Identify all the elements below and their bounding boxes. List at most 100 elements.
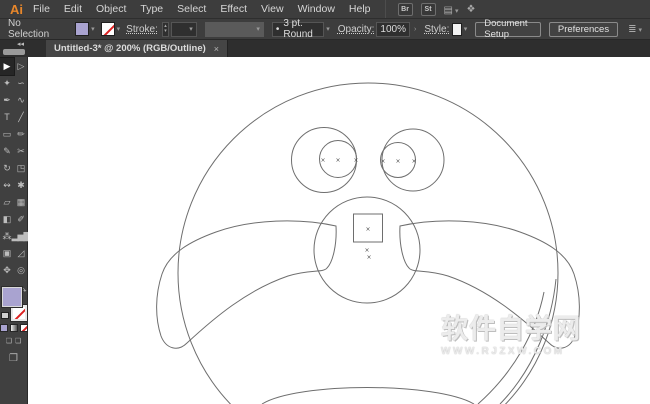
illustrator-window: Ai FileEditObjectTypeSelectEffectViewWin… bbox=[0, 0, 650, 404]
draw-normal-icon[interactable]: ❏ bbox=[6, 337, 12, 345]
selection-tool[interactable]: ▶ bbox=[0, 58, 14, 75]
menu-help[interactable]: Help bbox=[349, 3, 371, 15]
bridge-button[interactable]: Br bbox=[398, 3, 413, 16]
gradient-button[interactable] bbox=[10, 324, 18, 332]
graph-tool[interactable]: ▂▅▇ bbox=[14, 228, 28, 245]
chevron-down-icon: ▾ bbox=[638, 27, 642, 34]
line-segment-tool[interactable]: ╱ bbox=[14, 109, 28, 126]
perspective-grid-tool-icon: ▱ bbox=[4, 198, 10, 207]
pencil-tool[interactable]: ✎ bbox=[0, 143, 14, 160]
menu-effect[interactable]: Effect bbox=[220, 3, 247, 15]
menu-window[interactable]: Window bbox=[298, 3, 335, 15]
direct-selection-tool[interactable]: ▷ bbox=[14, 58, 28, 75]
color-button[interactable] bbox=[0, 324, 8, 332]
eyedropper-tool[interactable]: ✐ bbox=[14, 211, 28, 228]
bottom-arc-path[interactable] bbox=[262, 388, 474, 404]
right-wing-path[interactable] bbox=[400, 221, 580, 348]
menu-file[interactable]: File bbox=[33, 3, 50, 15]
slice-tool-icon: ◿ bbox=[18, 249, 24, 258]
workspace-switcher[interactable]: ≣▾ bbox=[628, 24, 642, 35]
pen-tool[interactable]: ✒ bbox=[0, 92, 14, 109]
stroke-color-swatch[interactable] bbox=[101, 22, 115, 36]
paintbrush-tool-icon: ✏ bbox=[17, 130, 24, 139]
scissors-tool[interactable]: ✂ bbox=[14, 143, 28, 160]
chevron-right-icon: › bbox=[414, 26, 416, 33]
rectangle-tool[interactable]: ▭ bbox=[0, 126, 14, 143]
arrange-documents-button[interactable]: ▤▾ bbox=[444, 0, 459, 18]
tab-spacer bbox=[28, 40, 46, 57]
fill-indicator-swatch[interactable] bbox=[2, 287, 22, 307]
opacity-input[interactable]: 100% bbox=[376, 22, 410, 37]
chevron-down-icon: ▾ bbox=[455, 8, 459, 15]
curvature-tool-icon: ∿ bbox=[17, 96, 24, 105]
graphic-style-swatch[interactable] bbox=[452, 23, 461, 36]
svg-text:×: × bbox=[353, 157, 358, 164]
stock-button[interactable]: St bbox=[421, 3, 436, 16]
stroke-weight-label[interactable]: Stroke: bbox=[126, 24, 158, 35]
eyedropper-tool-icon: ✐ bbox=[17, 215, 24, 224]
screen-mode-icon[interactable]: ❐ bbox=[9, 353, 18, 364]
touch-workspace-icon[interactable]: ❖ bbox=[467, 4, 476, 15]
shape-builder-tool[interactable]: ✱ bbox=[14, 177, 28, 194]
curvature-tool[interactable]: ∿ bbox=[14, 92, 28, 109]
type-tool-icon: T bbox=[4, 113, 9, 122]
gradient-tool[interactable]: ◧ bbox=[0, 211, 14, 228]
preferences-button[interactable]: Preferences bbox=[549, 22, 618, 37]
opacity-label[interactable]: Opacity: bbox=[338, 24, 375, 35]
selection-status: No Selection bbox=[8, 18, 49, 40]
svg-text:×: × bbox=[320, 157, 325, 164]
chevron-down-icon: ▾ bbox=[256, 25, 260, 33]
type-tool[interactable]: T bbox=[0, 109, 14, 126]
arrange-documents-icon: ▤ bbox=[444, 5, 453, 16]
perspective-grid-tool[interactable]: ▱ bbox=[0, 194, 14, 211]
swap-fill-stroke-icon[interactable]: ↷ bbox=[21, 287, 27, 295]
default-fill-stroke-icon[interactable] bbox=[1, 312, 9, 319]
menu-items: File Edit Object Type Select Effect View Window… bbox=[33, 3, 371, 15]
menu-view[interactable]: View bbox=[261, 3, 284, 15]
hand-tool[interactable]: ✥ bbox=[0, 262, 14, 279]
mesh-tool[interactable]: ▦ bbox=[14, 194, 28, 211]
stroke-color-control[interactable]: ▾ bbox=[101, 22, 121, 36]
stroke-weight-dropdown[interactable]: ▾ bbox=[171, 22, 196, 37]
draw-behind-icon[interactable]: ❏ bbox=[15, 337, 21, 345]
menu-bar: Ai FileEditObjectTypeSelectEffectViewWin… bbox=[0, 0, 650, 19]
magic-wand-tool-icon: ✦ bbox=[3, 79, 10, 88]
document-title: Untitled-3* @ 200% (RGB/Outline) bbox=[54, 43, 206, 54]
close-tab-icon[interactable]: × bbox=[214, 44, 219, 54]
style-label[interactable]: Style: bbox=[424, 24, 449, 35]
pen-tool-icon: ✒ bbox=[3, 96, 10, 105]
rotate-tool[interactable]: ↻ bbox=[0, 160, 14, 177]
menu-edit[interactable]: Edit bbox=[64, 3, 82, 15]
free-transform-tool[interactable]: ◳ bbox=[14, 160, 28, 177]
workspace-switcher-icon: ≣ bbox=[628, 24, 636, 35]
tail-curve-1[interactable] bbox=[478, 292, 544, 404]
menu-type[interactable]: Type bbox=[140, 3, 163, 15]
rectangle-tool-icon: ▭ bbox=[3, 130, 11, 139]
none-button[interactable] bbox=[20, 324, 28, 332]
artboard-canvas[interactable]: ××× ××× × ×× 软件自学网 WWW.RJZXW.COM bbox=[28, 57, 650, 404]
document-tab[interactable]: Untitled-3* @ 200% (RGB/Outline) × bbox=[46, 40, 228, 57]
width-profile-dropdown[interactable]: ▾ bbox=[205, 22, 264, 37]
document-setup-button[interactable]: Document Setup bbox=[475, 22, 541, 37]
paintbrush-tool[interactable]: ✏ bbox=[14, 126, 28, 143]
width-tool[interactable]: ↭ bbox=[0, 177, 14, 194]
slice-tool[interactable]: ◿ bbox=[14, 245, 28, 262]
fill-color-control[interactable]: ▾ bbox=[75, 22, 95, 36]
head-circle-path[interactable] bbox=[178, 83, 558, 404]
mesh-tool-icon: ▦ bbox=[17, 198, 25, 207]
menu-select[interactable]: Select bbox=[177, 3, 206, 15]
fill-color-swatch[interactable] bbox=[75, 22, 89, 36]
brush-definition-dropdown[interactable]: • 3 pt. Round bbox=[272, 22, 324, 37]
artboard-tool[interactable]: ▣ bbox=[0, 245, 14, 262]
lasso-tool[interactable]: ∽ bbox=[14, 75, 28, 92]
stepper-down-icon[interactable]: ▾ bbox=[164, 29, 167, 34]
collapse-panel-icon[interactable]: ◂◂ bbox=[17, 42, 24, 47]
paint-mode-buttons bbox=[0, 324, 28, 332]
stroke-indicator-swatch[interactable] bbox=[11, 305, 27, 321]
magic-wand-tool[interactable]: ✦ bbox=[0, 75, 14, 92]
left-wing-path[interactable] bbox=[157, 221, 337, 348]
zoom-tool[interactable]: ◎ bbox=[14, 262, 28, 279]
panel-drag-tile[interactable] bbox=[3, 49, 25, 55]
menu-object[interactable]: Object bbox=[96, 3, 126, 15]
stroke-weight-stepper[interactable]: ▴ ▾ bbox=[162, 22, 169, 37]
